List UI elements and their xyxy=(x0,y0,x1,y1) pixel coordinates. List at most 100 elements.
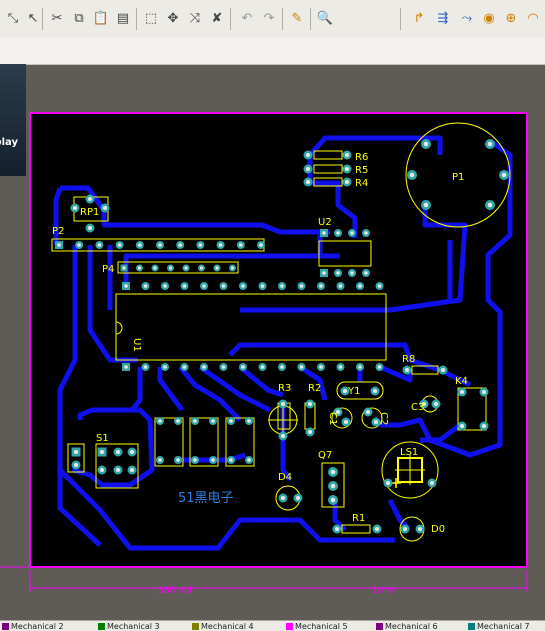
label-u1: U1 xyxy=(131,338,142,352)
label-r4: R4 xyxy=(355,178,368,189)
toolbar-separator xyxy=(42,8,43,30)
pad-hole xyxy=(229,458,233,462)
layer-tabs: Mechanical 2 Mechanical 3 Mechanical 4 M… xyxy=(0,620,545,631)
pad-hole xyxy=(230,266,235,270)
select-rect-icon[interactable]: ⬚ xyxy=(142,9,160,27)
left-panel-label: play xyxy=(0,137,18,148)
pad-hole xyxy=(330,483,336,489)
pad-hole xyxy=(372,388,378,394)
pad-hole xyxy=(459,423,465,429)
pad-hole xyxy=(342,388,348,394)
zoom-icon[interactable]: 🔍 xyxy=(316,9,334,27)
cross-select-icon[interactable]: ⤨ xyxy=(186,9,204,27)
pad-hole xyxy=(334,526,340,532)
label-c2: C2 xyxy=(378,412,389,425)
pad-hole xyxy=(122,266,126,270)
label-r8: R8 xyxy=(402,354,415,365)
redo-icon[interactable]: ↷ xyxy=(260,9,278,27)
pad-hole xyxy=(364,231,368,235)
paste-special-icon[interactable]: ▤ xyxy=(114,9,132,27)
layer-swatch xyxy=(286,623,293,630)
label-p1: P1 xyxy=(452,172,464,183)
arc-icon[interactable]: ◠ xyxy=(524,9,542,27)
toolbar-separator xyxy=(310,8,311,30)
cut-icon[interactable]: ✂ xyxy=(48,9,66,27)
dim-width-label: 580 mil xyxy=(158,586,192,596)
pad-hole xyxy=(344,179,350,185)
paste-icon[interactable]: 📋 xyxy=(92,9,110,27)
pad-hole xyxy=(280,284,284,288)
pad-hole xyxy=(117,243,122,247)
pad-hole xyxy=(158,419,162,423)
pad-hole xyxy=(377,365,382,369)
pad-hole xyxy=(143,365,148,369)
pad-hole xyxy=(247,419,251,423)
label-r3: R3 xyxy=(278,383,291,394)
pad-hole xyxy=(138,243,142,247)
pad-hole xyxy=(202,365,206,369)
pad-hole xyxy=(487,141,493,147)
dimension-lines xyxy=(0,566,528,592)
label-ls1: LS1 xyxy=(400,447,418,458)
pad-hole xyxy=(423,202,429,208)
toolbar-separator xyxy=(230,8,231,30)
label-s1: S1 xyxy=(96,433,109,444)
pcb-board-svg[interactable]: RP1 P2 P4 U2 R6 R5 R4 P1 R8 K4 C3 R3 R2 … xyxy=(0,64,545,620)
layer-swatch xyxy=(468,623,475,630)
pad-hole xyxy=(307,429,313,435)
pad-hole xyxy=(221,365,226,369)
fanout-icon[interactable]: ⤳ xyxy=(458,9,476,27)
copy-icon[interactable]: ⧉ xyxy=(70,9,88,27)
pad-hole xyxy=(322,271,326,275)
dim-height-label: 1mm xyxy=(372,586,395,596)
brand-text: 51黑电子 xyxy=(178,491,234,506)
pad-hole xyxy=(459,389,465,395)
pad-hole xyxy=(182,284,187,288)
pad-hole xyxy=(129,449,135,455)
via-icon[interactable]: ◉ xyxy=(480,9,498,27)
layer-swatch xyxy=(192,623,199,630)
left-panel[interactable]: play xyxy=(0,64,26,176)
pad-hole xyxy=(358,365,362,369)
pad-hole xyxy=(241,365,245,369)
undo-icon[interactable]: ↶ xyxy=(238,9,256,27)
pad-hole xyxy=(336,231,340,235)
pcb-canvas[interactable]: RP1 P2 P4 U2 R6 R5 R4 P1 R8 K4 C3 R3 R2 … xyxy=(0,64,545,620)
pad-hole xyxy=(259,243,263,247)
pad-hole xyxy=(199,266,204,270)
pad-hole xyxy=(487,202,493,208)
pad-hole xyxy=(440,367,446,373)
pad-hole xyxy=(280,433,286,439)
pad-hole xyxy=(330,497,336,503)
toolbar-strip xyxy=(0,38,545,65)
pad-hole xyxy=(72,205,78,211)
pad-hole xyxy=(330,469,336,475)
pad-hole xyxy=(129,467,135,473)
pad-hole xyxy=(87,196,93,202)
pad-hole xyxy=(307,401,313,407)
deselect-icon[interactable]: ✘ xyxy=(208,9,226,27)
pad-hole xyxy=(158,458,162,462)
label-r5: R5 xyxy=(355,165,368,176)
route-icon[interactable]: ↱ xyxy=(410,9,428,27)
highlight-icon[interactable]: ✎ xyxy=(288,9,306,27)
label-k4: K4 xyxy=(455,376,468,387)
pad-hole xyxy=(433,401,439,407)
pad-hole xyxy=(373,419,379,425)
route-diff-icon[interactable]: ⇶ xyxy=(434,9,452,27)
pad-icon[interactable]: ⊕ xyxy=(502,9,520,27)
label-p4: P4 xyxy=(102,264,114,275)
pointer-icon[interactable]: ↖ xyxy=(24,9,42,27)
wand-icon[interactable]: ⤡ xyxy=(4,9,22,27)
pad-hole xyxy=(115,467,121,473)
pad-hole xyxy=(481,423,487,429)
move-icon[interactable]: ✥ xyxy=(164,9,182,27)
pad-hole xyxy=(99,449,105,455)
pad-hole xyxy=(350,271,354,275)
pad-hole xyxy=(280,495,286,501)
pad-hole xyxy=(168,266,173,270)
pad-hole xyxy=(247,458,251,462)
pad-hole xyxy=(336,271,340,275)
label-y1: Y1 xyxy=(347,386,360,397)
toolbar-separator xyxy=(282,8,283,30)
